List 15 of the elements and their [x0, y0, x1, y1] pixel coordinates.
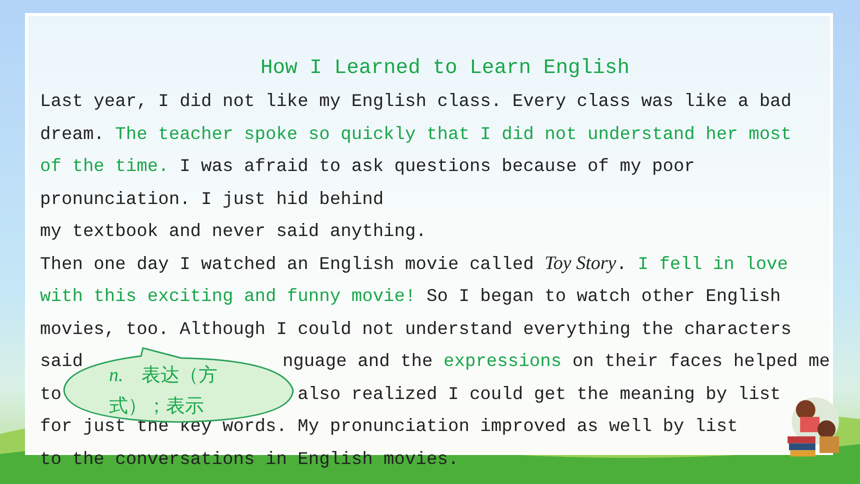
text-line: said: [40, 351, 83, 374]
text-line: nguage and the expressions on their faces helped me: [282, 351, 830, 374]
text-line: Then one day I watched an English movie called Toy Story. I fell in love: [40, 252, 788, 276]
text-line: also realized I could get the meaning by list: [298, 384, 781, 406]
text-line: my textbook and never said anything.: [40, 221, 427, 244]
text-line: with this exciting and funny movie! So I began to watch other English: [40, 286, 781, 309]
text-line: to: [40, 384, 62, 406]
passage-title: How I Learned to Learn English: [259, 56, 631, 82]
text-line: dream. The teacher spoke so quickly that I did not understand her most: [40, 124, 792, 146]
vocabulary-note: n. 表达（方式）；表示: [109, 363, 218, 418]
text-line: Last year, I did not like my English class. Every class was like a bad: [40, 91, 792, 114]
text-line: pronunciation. I just hid behind: [40, 188, 384, 212]
text-line: of the time. I was afraid to ask questions because of my poor: [40, 156, 695, 179]
text-line: movies, too. Although I could not understand everything the characters: [40, 318, 792, 342]
text-line: to the conversations in English movies.: [40, 448, 459, 472]
